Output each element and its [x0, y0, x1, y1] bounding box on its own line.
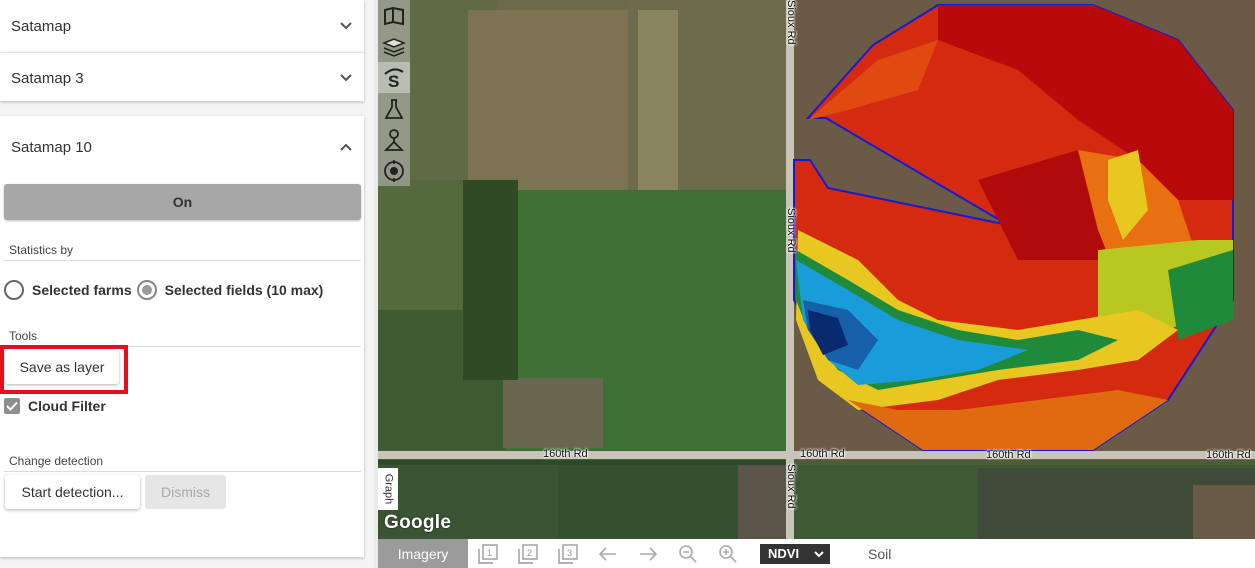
statistics-radio-group: Selected farms Selected fields (10 max): [4, 280, 328, 300]
highlight-box: [0, 345, 128, 394]
google-logo: Google: [384, 512, 452, 533]
cloud-filter-label: Cloud Filter: [28, 398, 106, 414]
chevron-down-icon: [814, 546, 824, 561]
lab-flask-icon[interactable]: [378, 93, 410, 124]
road-label-sioux-rd: Sioux Rd: [785, 208, 797, 253]
accordion-header-satamap[interactable]: Satamap: [0, 1, 364, 51]
svg-text:S: S: [388, 72, 399, 90]
chevron-up-icon: [339, 140, 353, 154]
change-detection-label: Change detection: [9, 454, 104, 468]
tools-label: Tools: [9, 329, 38, 343]
dismiss-button[interactable]: Dismiss: [145, 475, 226, 509]
ndvi-label: NDVI: [768, 546, 800, 561]
app-root: Satamap Satamap 3 Satamap 10 On Statisti…: [0, 0, 1255, 568]
radio-label: Selected fields (10 max): [164, 282, 324, 298]
divider: [4, 471, 361, 472]
satamap-s-icon[interactable]: S: [378, 62, 410, 93]
accordion-header-satamap-3[interactable]: Satamap 3: [0, 53, 364, 103]
accordion-title: Satamap: [11, 17, 72, 35]
left-panel: Satamap Satamap 3 Satamap 10 On Statisti…: [0, 0, 374, 568]
ndvi-select[interactable]: NDVI: [760, 543, 830, 564]
accordion-header-satamap-10[interactable]: Satamap 10: [0, 122, 364, 172]
accordion-title: Satamap 10: [11, 138, 92, 156]
radio-button[interactable]: [4, 280, 24, 300]
layout-3-icon[interactable]: 3: [548, 539, 588, 568]
accordion-satamap: Satamap: [0, 0, 364, 52]
road-label-160th-rd: 160th Rd: [543, 448, 588, 460]
map-book-icon[interactable]: [378, 0, 410, 31]
arrow-right-icon[interactable]: [628, 539, 668, 568]
cloud-filter-checkbox[interactable]: Cloud Filter: [4, 398, 106, 414]
road-label-sioux-rd: Sioux Rd: [785, 0, 797, 45]
statistics-label: Statistics by: [9, 243, 74, 257]
on-toggle-button[interactable]: On: [4, 184, 361, 220]
graph-tab[interactable]: Graph: [378, 468, 398, 510]
arrow-left-icon[interactable]: [588, 539, 628, 568]
layers-icon[interactable]: [378, 31, 410, 62]
target-scan-icon[interactable]: [378, 155, 410, 186]
map-tool-strip: S: [378, 0, 410, 186]
road-label-160th-rd: 160th Rd: [800, 448, 845, 460]
start-detection-button[interactable]: Start detection...: [5, 475, 140, 509]
layout-2-icon[interactable]: 2: [508, 539, 548, 568]
road-label-160th-rd: 160th Rd: [986, 449, 1031, 461]
svg-text:3: 3: [567, 548, 572, 558]
map-view[interactable]: S Sioux Rd Sioux Rd Sioux Rd 160th Rd 16…: [378, 0, 1255, 539]
zoom-out-icon[interactable]: [668, 539, 708, 568]
bottom-toolbar: Imagery 1 2 3 NDVI Soil: [378, 539, 1255, 568]
radio-label: Selected farms: [32, 282, 132, 298]
chevron-down-icon: [339, 71, 353, 85]
road-label-sioux-rd: Sioux Rd: [785, 464, 797, 509]
svg-text:2: 2: [527, 548, 532, 558]
accordion-satamap-3: Satamap 3: [0, 52, 364, 101]
divider: [4, 260, 361, 261]
layout-1-icon[interactable]: 1: [468, 539, 508, 568]
soil-button[interactable]: Soil: [868, 546, 891, 562]
radio-selected-fields[interactable]: Selected fields (10 max): [136, 280, 324, 300]
radio-selected-farms[interactable]: Selected farms: [4, 280, 132, 300]
imagery-button[interactable]: Imagery: [378, 539, 468, 568]
radio-button-selected[interactable]: [136, 280, 157, 300]
accordion-title: Satamap 3: [11, 69, 84, 87]
field-marker-icon[interactable]: [378, 124, 410, 155]
zoom-in-icon[interactable]: [708, 539, 748, 568]
road-label-160th-rd: 160th Rd: [1206, 449, 1251, 461]
chevron-down-icon: [339, 19, 353, 33]
svg-text:1: 1: [487, 548, 492, 558]
checkbox-checked-icon[interactable]: [4, 398, 20, 414]
